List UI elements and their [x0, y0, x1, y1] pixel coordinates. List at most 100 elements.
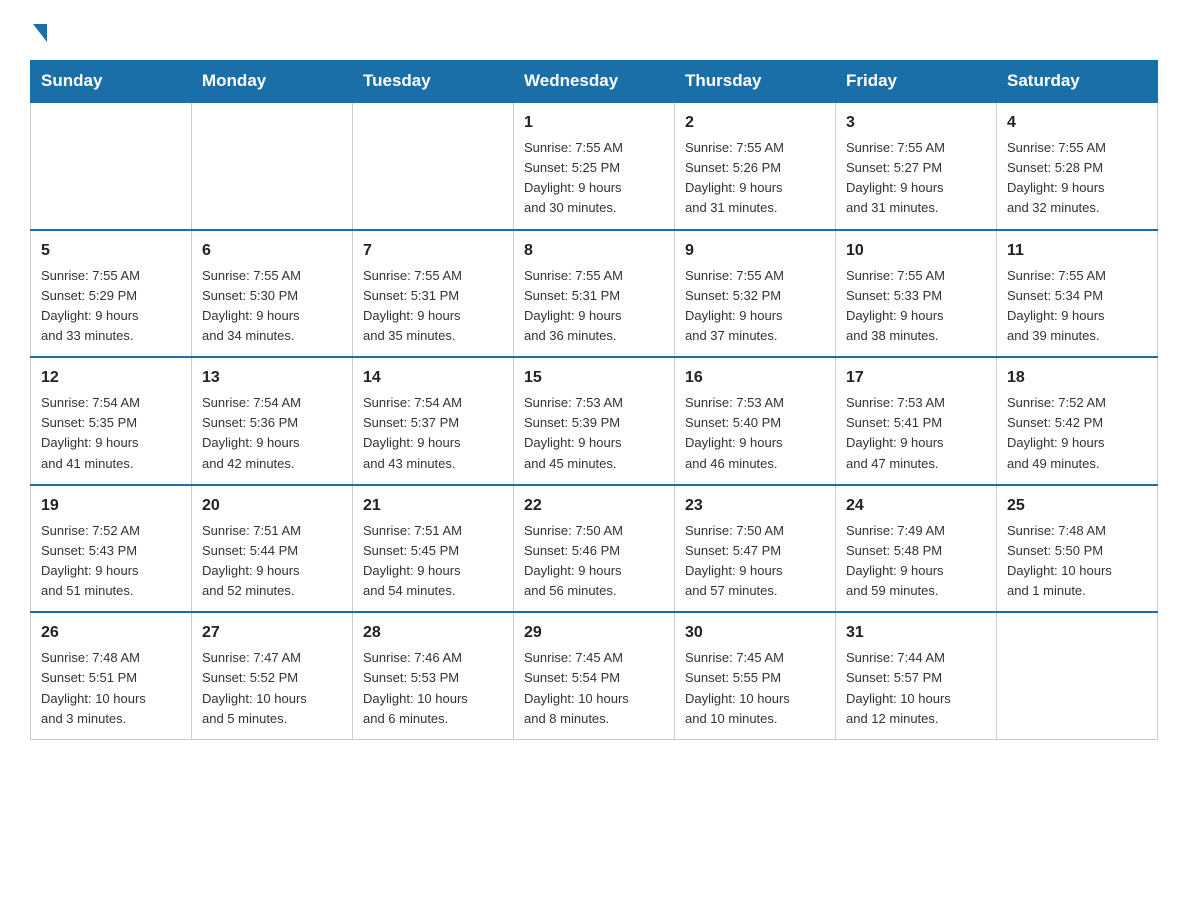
day-info: Sunrise: 7:52 AM Sunset: 5:42 PM Dayligh…	[1007, 393, 1147, 474]
calendar-cell: 2Sunrise: 7:55 AM Sunset: 5:26 PM Daylig…	[675, 102, 836, 230]
day-number: 2	[685, 111, 825, 135]
calendar-cell: 25Sunrise: 7:48 AM Sunset: 5:50 PM Dayli…	[997, 485, 1158, 613]
calendar-cell: 24 Sunrise: 7:49 AM Sunset: 5:48 PM Dayli…	[836, 485, 997, 613]
day-number: 21	[363, 494, 503, 518]
calendar-cell: 17 Sunrise: 7:53 AM Sunset: 5:41 PM Dayli…	[836, 357, 997, 485]
calendar-cell: 14 Sunrise: 7:54 AM Sunset: 5:37 PM Dayli…	[353, 357, 514, 485]
day-number: 6	[202, 239, 342, 263]
calendar-cell: 7 Sunrise: 7:55 AM Sunset: 5:31 PM Daylig…	[353, 230, 514, 358]
day-info: Sunrise: 7:44 AM Sunset: 5:57 PM Dayligh…	[846, 648, 986, 729]
logo	[30, 20, 47, 42]
day-number: 5	[41, 239, 181, 263]
calendar-cell: 11 Sunrise: 7:55 AM Sunset: 5:34 PM Dayli…	[997, 230, 1158, 358]
day-number: 31	[846, 621, 986, 645]
day-number: 17	[846, 366, 986, 390]
calendar-cell: 29 Sunrise: 7:45 AM Sunset: 5:54 PM Dayli…	[514, 612, 675, 739]
day-info: Sunrise: 7:55 AM Sunset: 5:28 PM Dayligh…	[1007, 138, 1147, 219]
day-info: Sunrise: 7:48 AM Sunset: 5:51 PM Dayligh…	[41, 648, 181, 729]
day-number: 8	[524, 239, 664, 263]
weekday-header-saturday: Saturday	[997, 61, 1158, 103]
calendar-cell: 1Sunrise: 7:55 AM Sunset: 5:25 PM Daylig…	[514, 102, 675, 230]
day-number: 7	[363, 239, 503, 263]
calendar-cell: 19Sunrise: 7:52 AM Sunset: 5:43 PM Dayli…	[31, 485, 192, 613]
day-info: Sunrise: 7:45 AM Sunset: 5:55 PM Dayligh…	[685, 648, 825, 729]
day-number: 15	[524, 366, 664, 390]
day-info: Sunrise: 7:49 AM Sunset: 5:48 PM Dayligh…	[846, 521, 986, 602]
calendar-cell: 10Sunrise: 7:55 AM Sunset: 5:33 PM Dayli…	[836, 230, 997, 358]
calendar-cell: 3 Sunrise: 7:55 AM Sunset: 5:27 PM Daylig…	[836, 102, 997, 230]
day-info: Sunrise: 7:54 AM Sunset: 5:35 PM Dayligh…	[41, 393, 181, 474]
calendar-cell: 20 Sunrise: 7:51 AM Sunset: 5:44 PM Dayli…	[192, 485, 353, 613]
calendar-cell: 15 Sunrise: 7:53 AM Sunset: 5:39 PM Dayli…	[514, 357, 675, 485]
day-info: Sunrise: 7:53 AM Sunset: 5:41 PM Dayligh…	[846, 393, 986, 474]
day-info: Sunrise: 7:45 AM Sunset: 5:54 PM Dayligh…	[524, 648, 664, 729]
day-number: 16	[685, 366, 825, 390]
day-number: 9	[685, 239, 825, 263]
day-number: 19	[41, 494, 181, 518]
calendar-cell: 9Sunrise: 7:55 AM Sunset: 5:32 PM Daylig…	[675, 230, 836, 358]
day-number: 12	[41, 366, 181, 390]
calendar-cell	[31, 102, 192, 230]
day-number: 4	[1007, 111, 1147, 135]
calendar-cell	[353, 102, 514, 230]
calendar-cell: 23Sunrise: 7:50 AM Sunset: 5:47 PM Dayli…	[675, 485, 836, 613]
calendar-cell: 26 Sunrise: 7:48 AM Sunset: 5:51 PM Dayli…	[31, 612, 192, 739]
day-number: 29	[524, 621, 664, 645]
calendar-cell: 30 Sunrise: 7:45 AM Sunset: 5:55 PM Dayli…	[675, 612, 836, 739]
day-info: Sunrise: 7:53 AM Sunset: 5:40 PM Dayligh…	[685, 393, 825, 474]
calendar-cell: 28 Sunrise: 7:46 AM Sunset: 5:53 PM Dayli…	[353, 612, 514, 739]
day-info: Sunrise: 7:48 AM Sunset: 5:50 PM Dayligh…	[1007, 521, 1147, 602]
day-info: Sunrise: 7:55 AM Sunset: 5:25 PM Dayligh…	[524, 138, 664, 219]
day-info: Sunrise: 7:50 AM Sunset: 5:47 PM Dayligh…	[685, 521, 825, 602]
day-number: 28	[363, 621, 503, 645]
calendar-cell: 13 Sunrise: 7:54 AM Sunset: 5:36 PM Dayli…	[192, 357, 353, 485]
calendar-cell: 16 Sunrise: 7:53 AM Sunset: 5:40 PM Dayli…	[675, 357, 836, 485]
calendar-cell: 6Sunrise: 7:55 AM Sunset: 5:30 PM Daylig…	[192, 230, 353, 358]
day-number: 11	[1007, 239, 1147, 263]
day-info: Sunrise: 7:55 AM Sunset: 5:29 PM Dayligh…	[41, 266, 181, 347]
day-info: Sunrise: 7:46 AM Sunset: 5:53 PM Dayligh…	[363, 648, 503, 729]
day-number: 22	[524, 494, 664, 518]
calendar-cell: 8Sunrise: 7:55 AM Sunset: 5:31 PM Daylig…	[514, 230, 675, 358]
day-number: 24	[846, 494, 986, 518]
day-info: Sunrise: 7:54 AM Sunset: 5:36 PM Dayligh…	[202, 393, 342, 474]
calendar-week-row: 19Sunrise: 7:52 AM Sunset: 5:43 PM Dayli…	[31, 485, 1158, 613]
day-info: Sunrise: 7:54 AM Sunset: 5:37 PM Dayligh…	[363, 393, 503, 474]
day-info: Sunrise: 7:51 AM Sunset: 5:44 PM Dayligh…	[202, 521, 342, 602]
day-number: 13	[202, 366, 342, 390]
calendar-cell: 21 Sunrise: 7:51 AM Sunset: 5:45 PM Dayli…	[353, 485, 514, 613]
day-number: 14	[363, 366, 503, 390]
day-number: 20	[202, 494, 342, 518]
weekday-header-tuesday: Tuesday	[353, 61, 514, 103]
day-number: 30	[685, 621, 825, 645]
calendar-week-row: 5 Sunrise: 7:55 AM Sunset: 5:29 PM Daylig…	[31, 230, 1158, 358]
calendar-cell: 4 Sunrise: 7:55 AM Sunset: 5:28 PM Daylig…	[997, 102, 1158, 230]
page-header	[30, 20, 1158, 42]
day-info: Sunrise: 7:55 AM Sunset: 5:31 PM Dayligh…	[363, 266, 503, 347]
day-number: 3	[846, 111, 986, 135]
calendar-week-row: 1Sunrise: 7:55 AM Sunset: 5:25 PM Daylig…	[31, 102, 1158, 230]
day-info: Sunrise: 7:47 AM Sunset: 5:52 PM Dayligh…	[202, 648, 342, 729]
day-number: 27	[202, 621, 342, 645]
calendar-cell: 12 Sunrise: 7:54 AM Sunset: 5:35 PM Dayli…	[31, 357, 192, 485]
calendar-cell	[997, 612, 1158, 739]
day-number: 10	[846, 239, 986, 263]
weekday-header-friday: Friday	[836, 61, 997, 103]
day-number: 26	[41, 621, 181, 645]
calendar-week-row: 12 Sunrise: 7:54 AM Sunset: 5:35 PM Dayli…	[31, 357, 1158, 485]
calendar-cell: 27 Sunrise: 7:47 AM Sunset: 5:52 PM Dayli…	[192, 612, 353, 739]
day-info: Sunrise: 7:51 AM Sunset: 5:45 PM Dayligh…	[363, 521, 503, 602]
day-info: Sunrise: 7:55 AM Sunset: 5:27 PM Dayligh…	[846, 138, 986, 219]
weekday-header-monday: Monday	[192, 61, 353, 103]
day-info: Sunrise: 7:50 AM Sunset: 5:46 PM Dayligh…	[524, 521, 664, 602]
calendar-cell: 5 Sunrise: 7:55 AM Sunset: 5:29 PM Daylig…	[31, 230, 192, 358]
weekday-header-row: SundayMondayTuesdayWednesdayThursdayFrid…	[31, 61, 1158, 103]
calendar-cell	[192, 102, 353, 230]
weekday-header-wednesday: Wednesday	[514, 61, 675, 103]
weekday-header-thursday: Thursday	[675, 61, 836, 103]
day-number: 18	[1007, 366, 1147, 390]
calendar-cell: 18 Sunrise: 7:52 AM Sunset: 5:42 PM Dayli…	[997, 357, 1158, 485]
day-info: Sunrise: 7:53 AM Sunset: 5:39 PM Dayligh…	[524, 393, 664, 474]
calendar-week-row: 26 Sunrise: 7:48 AM Sunset: 5:51 PM Dayli…	[31, 612, 1158, 739]
day-info: Sunrise: 7:55 AM Sunset: 5:34 PM Dayligh…	[1007, 266, 1147, 347]
